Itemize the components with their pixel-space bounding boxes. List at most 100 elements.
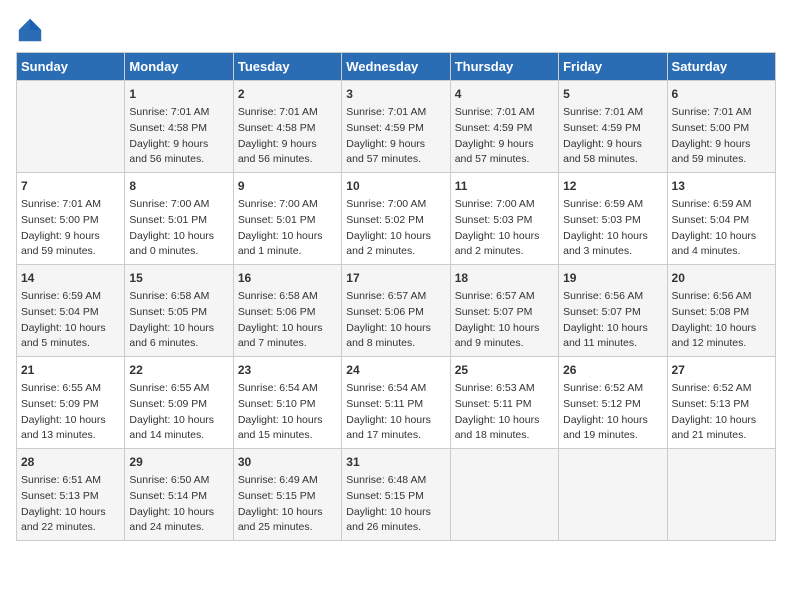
day-number: 2	[238, 85, 337, 103]
calendar-cell: 20 Sunrise: 6:56 AMSunset: 5:08 PMDayligh…	[667, 265, 775, 357]
calendar-cell: 24Sunrise: 6:54 AMSunset: 5:11 PMDayligh…	[342, 357, 450, 449]
day-info: Sunrise: 6:58 AMSunset: 5:05 PMDaylight:…	[129, 289, 228, 352]
calendar-cell: 5 Sunrise: 7:01 AMSunset: 4:59 PMDaylight…	[559, 81, 667, 173]
day-info: Sunrise: 7:01 AMSunset: 4:59 PMDaylight:…	[563, 105, 662, 168]
day-number: 29	[129, 453, 228, 471]
calendar-cell: 7 Sunrise: 7:01 AMSunset: 5:00 PMDaylight…	[17, 173, 125, 265]
calendar-cell: 2 Sunrise: 7:01 AMSunset: 4:58 PMDaylight…	[233, 81, 341, 173]
day-number: 25	[455, 361, 554, 379]
day-number: 23	[238, 361, 337, 379]
day-number: 16	[238, 269, 337, 287]
calendar-cell: 18 Sunrise: 6:57 AMSunset: 5:07 PMDayligh…	[450, 265, 558, 357]
calendar-cell: 30 Sunrise: 6:49 AMSunset: 5:15 PMDayligh…	[233, 449, 341, 541]
day-info: Sunrise: 6:52 AMSunset: 5:12 PMDaylight:…	[563, 381, 662, 444]
calendar-cell: 23 Sunrise: 6:54 AMSunset: 5:10 PMDayligh…	[233, 357, 341, 449]
day-number: 15	[129, 269, 228, 287]
day-number: 22	[129, 361, 228, 379]
day-info: Sunrise: 6:58 AMSunset: 5:06 PMDaylight:…	[238, 289, 337, 352]
day-info: Sunrise: 6:52 AMSunset: 5:13 PMDaylight:…	[672, 381, 771, 444]
day-number: 10	[346, 177, 445, 195]
calendar-cell: 28 Sunrise: 6:51 AMSunset: 5:13 PMDayligh…	[17, 449, 125, 541]
day-info: Sunrise: 6:53 AMSunset: 5:11 PMDaylight:…	[455, 381, 554, 444]
week-row-0: 1 Sunrise: 7:01 AMSunset: 4:58 PMDaylight…	[17, 81, 776, 173]
day-info: Sunrise: 6:55 AMSunset: 5:09 PMDaylight:…	[21, 381, 120, 444]
calendar-cell: 11 Sunrise: 7:00 AMSunset: 5:03 PMDayligh…	[450, 173, 558, 265]
week-row-1: 7 Sunrise: 7:01 AMSunset: 5:00 PMDaylight…	[17, 173, 776, 265]
day-info: Sunrise: 7:01 AMSunset: 4:58 PMDaylight:…	[129, 105, 228, 168]
day-number: 9	[238, 177, 337, 195]
day-number: 6	[672, 85, 771, 103]
calendar-cell	[17, 81, 125, 173]
day-number: 21	[21, 361, 120, 379]
calendar-cell: 9 Sunrise: 7:00 AMSunset: 5:01 PMDaylight…	[233, 173, 341, 265]
day-info: Sunrise: 6:48 AMSunset: 5:15 PMDaylight:…	[346, 473, 445, 536]
logo-icon	[16, 16, 44, 44]
calendar-cell: 12 Sunrise: 6:59 AMSunset: 5:03 PMDayligh…	[559, 173, 667, 265]
calendar-cell: 26 Sunrise: 6:52 AMSunset: 5:12 PMDayligh…	[559, 357, 667, 449]
header	[16, 16, 776, 44]
day-number: 12	[563, 177, 662, 195]
day-number: 30	[238, 453, 337, 471]
header-cell-friday: Friday	[559, 53, 667, 81]
day-number: 11	[455, 177, 554, 195]
calendar-cell: 17 Sunrise: 6:57 AMSunset: 5:06 PMDayligh…	[342, 265, 450, 357]
day-info: Sunrise: 6:59 AMSunset: 5:04 PMDaylight:…	[672, 197, 771, 260]
day-info: Sunrise: 7:01 AMSunset: 4:59 PMDaylight:…	[455, 105, 554, 168]
day-number: 7	[21, 177, 120, 195]
calendar-cell: 3Sunrise: 7:01 AMSunset: 4:59 PMDaylight…	[342, 81, 450, 173]
day-number: 20	[672, 269, 771, 287]
day-number: 17	[346, 269, 445, 287]
day-number: 1	[129, 85, 228, 103]
day-number: 8	[129, 177, 228, 195]
day-number: 14	[21, 269, 120, 287]
day-info: Sunrise: 7:00 AMSunset: 5:02 PMDaylight:…	[346, 197, 445, 260]
header-cell-saturday: Saturday	[667, 53, 775, 81]
day-info: Sunrise: 6:51 AMSunset: 5:13 PMDaylight:…	[21, 473, 120, 536]
day-number: 31	[346, 453, 445, 471]
day-info: Sunrise: 6:56 AMSunset: 5:08 PMDaylight:…	[672, 289, 771, 352]
calendar-cell: 4Sunrise: 7:01 AMSunset: 4:59 PMDaylight…	[450, 81, 558, 173]
calendar-cell: 31 Sunrise: 6:48 AMSunset: 5:15 PMDayligh…	[342, 449, 450, 541]
calendar-cell	[559, 449, 667, 541]
header-cell-wednesday: Wednesday	[342, 53, 450, 81]
day-number: 13	[672, 177, 771, 195]
day-info: Sunrise: 7:01 AMSunset: 5:00 PMDaylight:…	[672, 105, 771, 168]
day-info: Sunrise: 6:54 AMSunset: 5:11 PMDaylight:…	[346, 381, 445, 444]
calendar-cell	[667, 449, 775, 541]
calendar-cell: 29Sunrise: 6:50 AMSunset: 5:14 PMDayligh…	[125, 449, 233, 541]
week-row-4: 28 Sunrise: 6:51 AMSunset: 5:13 PMDayligh…	[17, 449, 776, 541]
day-number: 26	[563, 361, 662, 379]
day-info: Sunrise: 6:56 AMSunset: 5:07 PMDaylight:…	[563, 289, 662, 352]
day-info: Sunrise: 7:01 AMSunset: 5:00 PMDaylight:…	[21, 197, 120, 260]
day-number: 18	[455, 269, 554, 287]
header-cell-tuesday: Tuesday	[233, 53, 341, 81]
calendar-cell: 22Sunrise: 6:55 AMSunset: 5:09 PMDayligh…	[125, 357, 233, 449]
logo	[16, 16, 48, 44]
calendar-cell: 16 Sunrise: 6:58 AMSunset: 5:06 PMDayligh…	[233, 265, 341, 357]
day-info: Sunrise: 6:59 AMSunset: 5:03 PMDaylight:…	[563, 197, 662, 260]
day-info: Sunrise: 6:54 AMSunset: 5:10 PMDaylight:…	[238, 381, 337, 444]
header-cell-monday: Monday	[125, 53, 233, 81]
calendar-table: SundayMondayTuesdayWednesdayThursdayFrid…	[16, 52, 776, 541]
calendar-cell: 15 Sunrise: 6:58 AMSunset: 5:05 PMDayligh…	[125, 265, 233, 357]
day-info: Sunrise: 7:00 AMSunset: 5:01 PMDaylight:…	[238, 197, 337, 260]
header-row: SundayMondayTuesdayWednesdayThursdayFrid…	[17, 53, 776, 81]
day-number: 3	[346, 85, 445, 103]
calendar-cell: 21 Sunrise: 6:55 AMSunset: 5:09 PMDayligh…	[17, 357, 125, 449]
day-info: Sunrise: 6:57 AMSunset: 5:07 PMDaylight:…	[455, 289, 554, 352]
calendar-cell: 19 Sunrise: 6:56 AMSunset: 5:07 PMDayligh…	[559, 265, 667, 357]
day-info: Sunrise: 7:00 AMSunset: 5:01 PMDaylight:…	[129, 197, 228, 260]
day-number: 5	[563, 85, 662, 103]
day-info: Sunrise: 7:00 AMSunset: 5:03 PMDaylight:…	[455, 197, 554, 260]
day-info: Sunrise: 6:59 AMSunset: 5:04 PMDaylight:…	[21, 289, 120, 352]
calendar-cell: 6 Sunrise: 7:01 AMSunset: 5:00 PMDaylight…	[667, 81, 775, 173]
day-info: Sunrise: 7:01 AMSunset: 4:58 PMDaylight:…	[238, 105, 337, 168]
day-info: Sunrise: 6:57 AMSunset: 5:06 PMDaylight:…	[346, 289, 445, 352]
header-cell-sunday: Sunday	[17, 53, 125, 81]
day-number: 28	[21, 453, 120, 471]
calendar-cell: 13 Sunrise: 6:59 AMSunset: 5:04 PMDayligh…	[667, 173, 775, 265]
day-number: 19	[563, 269, 662, 287]
day-number: 27	[672, 361, 771, 379]
calendar-cell: 27 Sunrise: 6:52 AMSunset: 5:13 PMDayligh…	[667, 357, 775, 449]
day-info: Sunrise: 6:49 AMSunset: 5:15 PMDaylight:…	[238, 473, 337, 536]
